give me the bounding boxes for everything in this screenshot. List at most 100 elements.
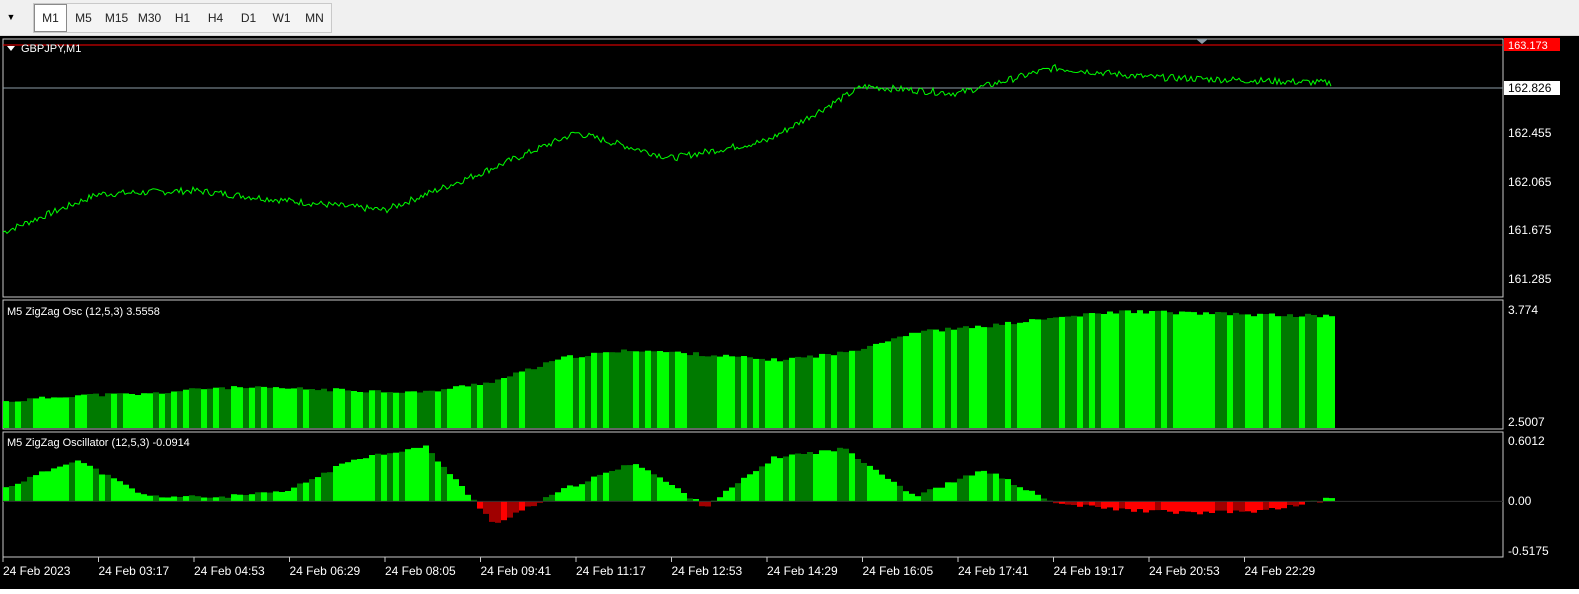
osc2-bar (1113, 501, 1119, 511)
chart-canvas[interactable]: GBPJPY,M1 163.173 162.826 162.455 162.06… (0, 36, 1579, 589)
osc1-bar (627, 351, 633, 428)
osc2-bar (747, 474, 753, 502)
zigzag-oscillator-panel[interactable]: M5 ZigZag Oscillator (12,5,3) -0.0914 0.… (2, 431, 1549, 558)
osc2-bar (759, 466, 765, 502)
osc2-bar (357, 459, 363, 502)
price-panel[interactable]: GBPJPY,M1 163.173 162.826 162.455 162.06… (2, 38, 1560, 298)
osc2-bar (501, 501, 507, 521)
osc1-bar (873, 343, 879, 428)
osc2-bar (603, 472, 609, 502)
osc1-bar (21, 401, 27, 428)
osc2-bar (447, 474, 453, 502)
osc2-bar (435, 461, 441, 502)
osc2-bar (81, 463, 87, 502)
osc1-bar (591, 352, 597, 428)
osc1-bar (705, 356, 711, 428)
osc2-bar (87, 465, 93, 502)
osc2-bar (669, 485, 675, 502)
timeframe-button-d1[interactable]: D1 (232, 4, 265, 32)
timeframe-button-h4[interactable]: H4 (199, 4, 232, 32)
osc1-bar (675, 351, 681, 428)
chart-window[interactable]: GBPJPY,M1 163.173 162.826 162.455 162.06… (0, 36, 1579, 589)
osc1-bar (63, 397, 69, 428)
time-axis-label: 24 Feb 12:53 (672, 564, 743, 578)
osc2-bar (465, 494, 471, 502)
osc2-bar (1035, 494, 1041, 502)
osc2-bar (567, 485, 573, 502)
osc2-bar (1071, 501, 1077, 505)
toolbar-dropdown-icon[interactable]: ▼ (0, 4, 22, 30)
osc2-bar (657, 477, 663, 502)
osc2-bar (855, 459, 861, 502)
osc1-bar (831, 355, 837, 428)
osc2-bar (741, 477, 747, 502)
osc1-bar (1191, 312, 1197, 428)
osc1-bar (945, 327, 951, 428)
osc1-tick-label: 3.774 (1508, 303, 1538, 317)
timeframe-button-m30[interactable]: M30 (133, 4, 166, 32)
timeframe-toolbar: ▼ M1 M5 M15 M30 H1 H4 D1 W1 MN (0, 0, 1579, 36)
timeframe-button-m5[interactable]: M5 (67, 4, 100, 32)
osc2-bar (27, 476, 33, 502)
osc1-bar (453, 386, 459, 428)
time-axis-label: 24 Feb 04:53 (194, 564, 265, 578)
osc2-bar (513, 501, 519, 513)
osc1-bar (1083, 313, 1089, 428)
osc1-bar (843, 352, 849, 428)
osc1-bar (441, 389, 447, 428)
osc1-bar (105, 393, 111, 428)
price-chart-title: GBPJPY,M1 (21, 43, 81, 55)
osc1-bar (279, 388, 285, 428)
osc1-bar (303, 389, 309, 428)
osc1-bar (177, 391, 183, 428)
osc2-bar (279, 492, 285, 502)
osc1-bar (39, 396, 45, 428)
timeframe-button-mn[interactable]: MN (298, 4, 331, 32)
osc1-bar (621, 349, 627, 428)
osc1-bar (609, 352, 615, 428)
osc1-bar (759, 358, 765, 428)
osc1-bar (159, 393, 165, 428)
osc2-bar (639, 467, 645, 502)
osc2-bar (1257, 501, 1263, 510)
osc1-bar (123, 393, 129, 428)
osc2-bar (39, 471, 45, 502)
osc2-bar (1023, 490, 1029, 502)
osc1-bar (789, 357, 795, 428)
zigzag-osc-panel[interactable]: M5 ZigZag Osc (12,5,3) 3.5558 3.774 2.50… (2, 299, 1545, 430)
osc2-bar (609, 471, 615, 502)
osc2-bar (303, 482, 309, 502)
osc2-bar (33, 475, 39, 502)
osc2-bar (1149, 501, 1155, 511)
osc2-bar (615, 469, 621, 502)
osc1-bar (1167, 312, 1173, 428)
timeframe-button-w1[interactable]: W1 (265, 4, 298, 32)
price-tick-label: 162.455 (1508, 126, 1552, 140)
timeframe-button-m1[interactable]: M1 (34, 4, 67, 32)
timeframe-button-h1[interactable]: H1 (166, 4, 199, 32)
osc2-bar (1209, 501, 1215, 513)
osc1-bar (753, 358, 759, 428)
osc1-bar (537, 366, 543, 428)
time-axis-label: 24 Feb 06:29 (290, 564, 361, 578)
osc2-bar (1107, 501, 1113, 508)
time-axis-label: 24 Feb 03:17 (99, 564, 170, 578)
osc1-bar (813, 357, 819, 428)
osc1-bar (1173, 314, 1179, 428)
osc1-bar (777, 361, 783, 428)
osc2-bar (183, 496, 189, 502)
osc2-bar (9, 486, 15, 502)
osc2-bar (675, 488, 681, 502)
osc2-bar (69, 462, 75, 502)
osc1-bar (795, 356, 801, 428)
osc1-bar (951, 329, 957, 428)
osc1-bar (771, 358, 777, 428)
osc1-bar (495, 379, 501, 428)
timeframe-button-m15[interactable]: M15 (100, 4, 133, 32)
osc2-bar (201, 497, 207, 502)
osc1-bar (1089, 313, 1095, 428)
osc2-bar (1323, 497, 1329, 502)
osc2-bar (549, 494, 555, 502)
osc1-bar (555, 359, 561, 428)
osc2-bar (237, 494, 243, 502)
